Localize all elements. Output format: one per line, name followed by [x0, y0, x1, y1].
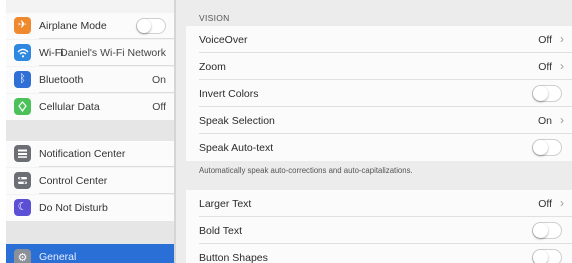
- wifi-network-name: Daniel's Wi-Fi Network: [60, 47, 166, 59]
- sidebar-item-notification-center[interactable]: Notification Center: [6, 141, 174, 167]
- cellular-icon: [14, 98, 31, 115]
- gear-icon: ⚙: [14, 249, 31, 263]
- settings-sidebar: ✈ Airplane Mode Wi-Fi Daniel's Wi-Fi Net…: [6, 0, 174, 263]
- sidebar-item-label: Airplane Mode: [39, 20, 107, 32]
- airplane-icon: ✈: [14, 17, 31, 34]
- invert-colors-toggle[interactable]: [532, 85, 562, 102]
- sidebar-item-general[interactable]: ⚙ General: [6, 244, 174, 263]
- sidebar-item-airplane-mode[interactable]: ✈ Airplane Mode: [6, 13, 174, 39]
- button-shapes-row: Button Shapes: [186, 244, 572, 263]
- bold-text-row: Bold Text: [186, 217, 572, 244]
- row-label: Speak Selection: [199, 115, 275, 127]
- control-center-icon: [14, 172, 31, 189]
- sidebar-item-cellular-data[interactable]: Cellular Data Off: [6, 94, 174, 120]
- voiceover-row[interactable]: VoiceOver Off ›: [186, 26, 572, 53]
- wifi-icon: [14, 44, 31, 61]
- sidebar-item-label: Notification Center: [39, 148, 126, 160]
- sidebar-item-label: General: [39, 251, 77, 263]
- divider: [39, 38, 174, 39]
- moon-icon: ☾: [14, 199, 31, 216]
- section-gap: [6, 120, 174, 141]
- speak-selection-row[interactable]: Speak Selection On ›: [186, 107, 572, 134]
- row-value: Off: [538, 198, 552, 210]
- row-label: Bold Text: [199, 225, 242, 237]
- sidebar-item-label: Do Not Disturb: [39, 202, 108, 214]
- sidebar-item-wifi[interactable]: Wi-Fi Daniel's Wi-Fi Network: [6, 40, 174, 66]
- divider: [39, 92, 174, 93]
- accessibility-pane: VISION VoiceOver Off › Zoom Off › Invert…: [176, 0, 572, 263]
- button-shapes-toggle[interactable]: [532, 249, 562, 263]
- row-value: Off: [538, 34, 552, 46]
- invert-colors-row: Invert Colors: [186, 80, 572, 107]
- row-label: Button Shapes: [199, 252, 268, 263]
- speak-auto-text-footnote: Automatically speak auto-corrections and…: [199, 166, 413, 175]
- sidebar-item-label: Cellular Data: [39, 101, 100, 113]
- zoom-row[interactable]: Zoom Off ›: [186, 53, 572, 80]
- divider: [39, 65, 174, 66]
- cellular-data-status: Off: [152, 101, 166, 113]
- divider: [39, 193, 174, 194]
- speak-auto-text-row: Speak Auto-text: [186, 134, 572, 161]
- section-title-vision: VISION: [199, 13, 230, 23]
- sidebar-item-do-not-disturb[interactable]: ☾ Do Not Disturb: [6, 195, 174, 221]
- notification-center-icon: [14, 145, 31, 162]
- row-label: Invert Colors: [199, 88, 259, 100]
- sidebar-item-label: Control Center: [39, 175, 108, 187]
- chevron-right-icon: ›: [560, 32, 564, 46]
- chevron-right-icon: ›: [560, 59, 564, 73]
- speak-auto-text-toggle[interactable]: [532, 139, 562, 156]
- sidebar-item-bluetooth[interactable]: ᛒ Bluetooth On: [6, 67, 174, 93]
- chevron-right-icon: ›: [560, 113, 564, 127]
- airplane-mode-toggle[interactable]: [136, 18, 166, 34]
- row-value: Off: [538, 61, 552, 73]
- row-label: Zoom: [199, 61, 226, 73]
- divider: [39, 166, 174, 167]
- bold-text-toggle[interactable]: [532, 222, 562, 239]
- chevron-right-icon: ›: [560, 196, 564, 210]
- section-gap: [6, 221, 174, 244]
- row-label: VoiceOver: [199, 34, 248, 46]
- row-value: On: [537, 115, 552, 127]
- row-label: Larger Text: [199, 198, 252, 210]
- sidebar-item-control-center[interactable]: Control Center: [6, 168, 174, 194]
- bluetooth-icon: ᛒ: [14, 71, 31, 88]
- sidebar-item-label: Bluetooth: [39, 74, 84, 86]
- row-label: Speak Auto-text: [199, 142, 274, 154]
- bluetooth-status: On: [151, 74, 166, 86]
- larger-text-row[interactable]: Larger Text Off ›: [186, 190, 572, 217]
